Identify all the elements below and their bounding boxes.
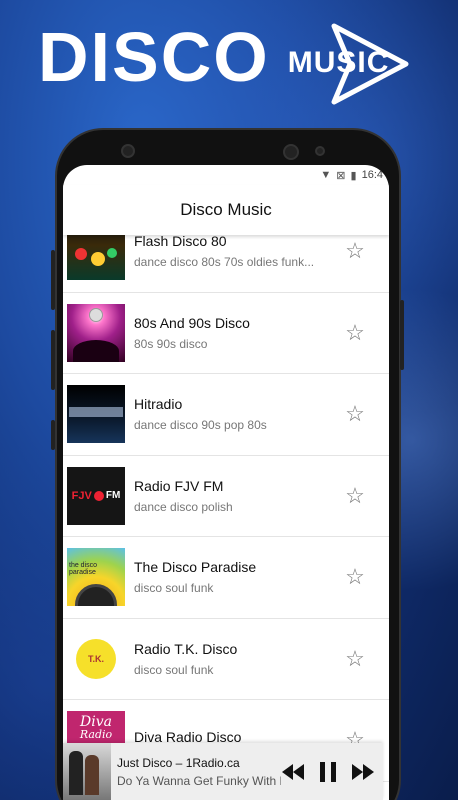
disco-paradise-logo-icon: the disco paradise xyxy=(67,548,125,607)
favorite-star-icon[interactable]: ☆ xyxy=(335,564,375,590)
phone-volume-button xyxy=(51,330,55,390)
camera-icon xyxy=(283,144,299,160)
wifi-icon: ▼ xyxy=(320,169,332,181)
station-name: Flash Disco 80 xyxy=(134,233,227,250)
promo-title-big: DISCO xyxy=(38,18,270,96)
pause-icon[interactable] xyxy=(319,761,337,782)
list-item[interactable]: T.K. Radio T.K. Disco disco soul funk ☆ xyxy=(63,619,389,700)
sensor-icon xyxy=(315,146,325,156)
station-tags: dance disco 80s 70s oldies funk... xyxy=(134,255,315,270)
station-name: Hitradio xyxy=(134,396,183,413)
station-tags: 80s 90s disco xyxy=(134,336,208,351)
mini-player[interactable]: Just Disco – 1Radio.ca Do Ya Wanna Get F… xyxy=(63,743,383,800)
status-time: 16:4 xyxy=(361,169,383,181)
app-bar: Disco Music xyxy=(63,185,389,235)
favorite-star-icon[interactable]: ☆ xyxy=(335,320,375,346)
station-name: Radio T.K. Disco xyxy=(134,640,238,657)
station-name: The Disco Paradise xyxy=(134,559,257,576)
phone-volume-button xyxy=(51,250,55,310)
now-playing-station: Just Disco – 1Radio.ca xyxy=(117,755,240,770)
disco-dancers-image-icon xyxy=(67,303,125,362)
list-item[interactable]: FJV FM Radio FJV FM dance disco polish ☆ xyxy=(63,456,389,537)
list-item[interactable]: Hitradio dance disco 90s pop 80s ☆ xyxy=(63,374,389,456)
fast-forward-icon[interactable] xyxy=(351,763,375,781)
list-item[interactable]: the disco paradise The Disco Paradise di… xyxy=(63,537,389,619)
station-list[interactable]: Flash Disco 80 dance disco 80s 70s oldie… xyxy=(63,211,389,782)
list-item[interactable]: 80s And 90s Disco 80s 90s disco ☆ xyxy=(63,293,389,374)
battery-icon: ▮ xyxy=(350,169,357,182)
now-playing-track: Do Ya Wanna Get Funky With Me xyxy=(117,773,281,788)
radio-text: Radio xyxy=(79,728,113,742)
page-title: Disco Music xyxy=(180,200,272,219)
play-logo-icon xyxy=(331,23,409,105)
phone-side-button xyxy=(51,420,55,450)
hitradio-logo-icon xyxy=(67,385,125,444)
no-signal-icon: ⊠ xyxy=(336,169,346,182)
favorite-star-icon[interactable]: ☆ xyxy=(335,238,375,264)
station-tags: disco soul funk xyxy=(134,581,214,596)
phone-power-button xyxy=(400,300,404,370)
diva-text: Diva xyxy=(80,714,112,731)
favorite-star-icon[interactable]: ☆ xyxy=(335,401,375,427)
app-screen: ▼ ⊠ ▮ 16:4 Disco Music Flash Disco 80 da… xyxy=(63,165,389,800)
favorite-star-icon[interactable]: ☆ xyxy=(335,646,375,672)
paradise-text: the disco paradise xyxy=(69,562,98,577)
tk-disco-logo-icon: T.K. xyxy=(67,629,125,688)
fjv-text: FJV xyxy=(71,489,92,502)
fjv-play-icon xyxy=(93,490,104,501)
camera-icon xyxy=(121,144,135,158)
station-name: 80s And 90s Disco xyxy=(134,314,250,331)
just-disco-artwork-icon xyxy=(63,743,111,800)
fm-text: FM xyxy=(105,490,121,502)
station-tags: dance disco 90s pop 80s xyxy=(134,418,267,433)
rewind-icon[interactable] xyxy=(281,763,305,781)
station-tags: disco soul funk xyxy=(134,662,214,677)
fjv-fm-logo-icon: FJV FM xyxy=(67,466,125,525)
favorite-star-icon[interactable]: ☆ xyxy=(335,483,375,509)
status-bar: ▼ ⊠ ▮ 16:4 xyxy=(63,165,389,185)
station-tags: dance disco polish xyxy=(134,499,233,514)
tk-text: T.K. xyxy=(87,653,104,664)
station-name: Radio FJV FM xyxy=(134,477,224,494)
